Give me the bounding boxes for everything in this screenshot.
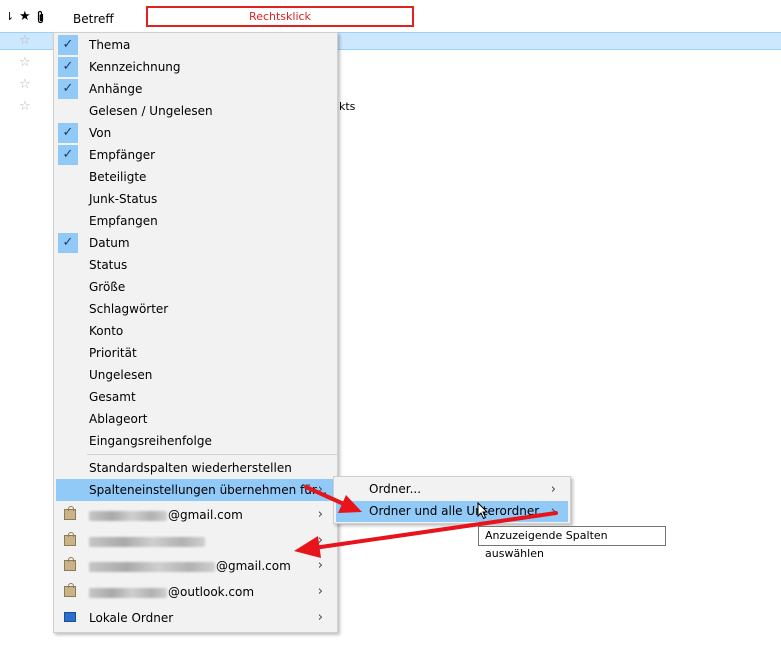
redacted-text bbox=[89, 587, 167, 598]
account-icon bbox=[64, 506, 76, 520]
menu-item-datum[interactable]: ✓ Datum bbox=[56, 232, 335, 254]
column-subject[interactable]: Betreff bbox=[73, 12, 114, 26]
menu-item-konto[interactable]: Konto bbox=[56, 320, 335, 342]
check-icon: ✓ bbox=[58, 145, 78, 165]
attachment-icon[interactable] bbox=[36, 10, 45, 29]
menu-item-gelesen[interactable]: Gelesen / Ungelesen bbox=[56, 100, 335, 122]
menu-item-local-folders[interactable]: Lokale Ordner › bbox=[56, 607, 335, 629]
menu-item-eingangsreihenfolge[interactable]: Eingangsreihenfolge bbox=[56, 430, 335, 452]
menu-item-thema[interactable]: ✓ Thema bbox=[56, 34, 335, 56]
menu-item-empfangen[interactable]: Empfangen bbox=[56, 210, 335, 232]
submenu-item-folder[interactable]: Ordner... › bbox=[336, 479, 568, 500]
menu-item-junk-status[interactable]: Junk-Status bbox=[56, 188, 335, 210]
menu-item-restore-defaults[interactable]: Standardspalten wiederherstellen bbox=[56, 457, 335, 479]
check-icon: ✓ bbox=[58, 233, 78, 253]
menu-item-groesse[interactable]: Größe bbox=[56, 276, 335, 298]
menu-item-kennzeichnung[interactable]: ✓ Kennzeichnung bbox=[56, 56, 335, 78]
account-icon bbox=[64, 583, 76, 597]
menu-item-account-1[interactable]: @gmail.com › bbox=[56, 504, 335, 526]
column-picker-menu: ✓ Thema ✓ Kennzeichnung ✓ Anhänge Gelesen /… bbox=[53, 32, 338, 633]
star-outline-icon[interactable]: ☆ bbox=[19, 77, 31, 92]
menu-item-ungelesen[interactable]: Ungelesen bbox=[56, 364, 335, 386]
check-icon: ✓ bbox=[58, 79, 78, 99]
chevron-right-icon: › bbox=[317, 533, 323, 548]
paperclip-icon bbox=[37, 10, 44, 24]
chevron-right-icon: › bbox=[317, 610, 323, 625]
chevron-right-icon: › bbox=[317, 558, 323, 573]
apply-columns-submenu: Ordner... › Ordner und alle Unterordner..… bbox=[333, 476, 571, 524]
star-outline-icon[interactable]: ☆ bbox=[19, 55, 31, 70]
chevron-right-icon: › bbox=[317, 584, 323, 599]
redacted-text bbox=[89, 510, 167, 521]
menu-item-account-3[interactable]: @gmail.com › bbox=[56, 555, 335, 577]
menu-item-account-2[interactable]: › bbox=[56, 530, 335, 552]
menu-item-apply-columns-to[interactable]: Spalteneinstellungen übernehmen für... › bbox=[56, 479, 335, 501]
menu-separator bbox=[87, 454, 337, 455]
redacted-text bbox=[89, 536, 205, 547]
check-icon: ✓ bbox=[58, 123, 78, 143]
message-subject-fragment: kts bbox=[339, 100, 356, 113]
menu-item-ablageort[interactable]: Ablageort bbox=[56, 408, 335, 430]
annotation-right-click: Rechtsklick bbox=[146, 6, 414, 27]
redacted-text bbox=[89, 561, 215, 572]
menu-item-beteiligte[interactable]: Beteiligte bbox=[56, 166, 335, 188]
menu-item-status[interactable]: Status bbox=[56, 254, 335, 276]
mouse-cursor-icon bbox=[477, 502, 489, 520]
account-icon bbox=[64, 557, 76, 571]
column-header-bar: ⇂ ★ Betreff Rechtsklick bbox=[0, 0, 781, 35]
thread-icon[interactable]: ⇂ bbox=[5, 9, 14, 25]
chevron-right-icon: › bbox=[317, 482, 323, 497]
chevron-right-icon: › bbox=[317, 507, 323, 522]
check-icon: ✓ bbox=[58, 57, 78, 77]
computer-icon bbox=[64, 612, 76, 622]
account-icon bbox=[64, 532, 76, 546]
menu-item-anhaenge[interactable]: ✓ Anhänge bbox=[56, 78, 335, 100]
chevron-right-icon: › bbox=[550, 504, 556, 519]
star-outline-icon[interactable]: ☆ bbox=[19, 33, 31, 48]
menu-item-gesamt[interactable]: Gesamt bbox=[56, 386, 335, 408]
menu-item-prioritaet[interactable]: Priorität bbox=[56, 342, 335, 364]
tooltip: Anzuzeigende Spalten auswählen bbox=[478, 526, 666, 560]
star-icon[interactable]: ★ bbox=[19, 9, 31, 25]
menu-item-von[interactable]: ✓ Von bbox=[56, 122, 335, 144]
menu-item-schlagwoerter[interactable]: Schlagwörter bbox=[56, 298, 335, 320]
check-icon: ✓ bbox=[58, 35, 78, 55]
menu-item-account-4[interactable]: @outlook.com › bbox=[56, 581, 335, 603]
star-outline-icon[interactable]: ☆ bbox=[19, 99, 31, 114]
chevron-right-icon: › bbox=[550, 482, 556, 497]
submenu-item-folder-and-subfolders[interactable]: Ordner und alle Unterordner... › bbox=[336, 501, 568, 522]
menu-item-empfaenger[interactable]: ✓ Empfänger bbox=[56, 144, 335, 166]
